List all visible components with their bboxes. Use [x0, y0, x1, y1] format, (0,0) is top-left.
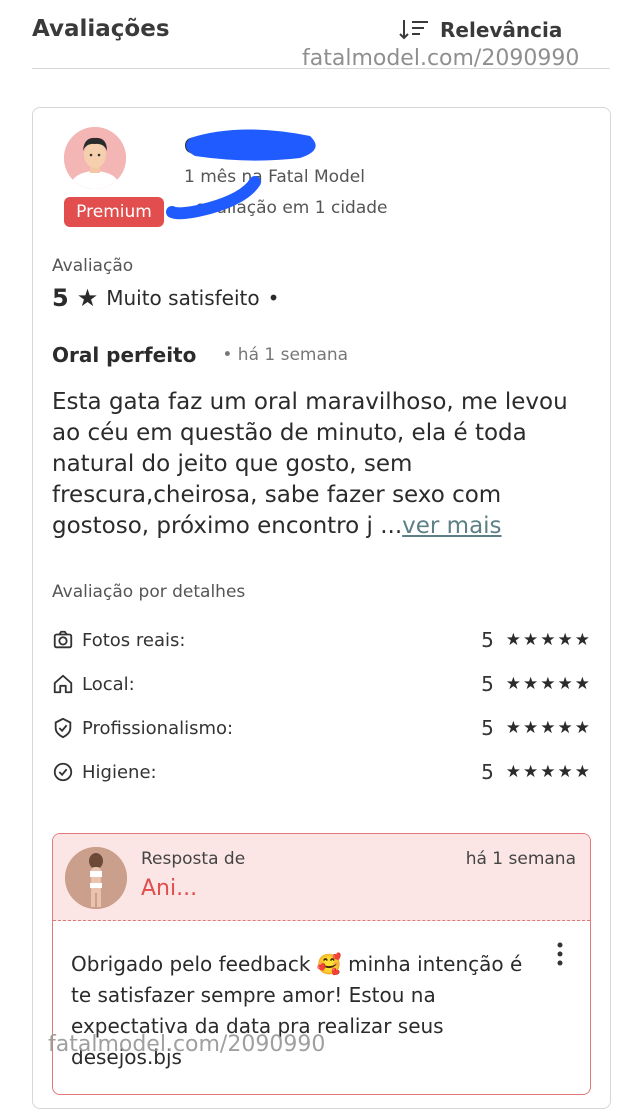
rating-label: Avaliação — [52, 256, 134, 276]
header-divider — [32, 68, 610, 69]
details-label: Avaliação por detalhes — [52, 582, 246, 602]
review-body: Esta gata faz um oral maravilhoso, me le… — [52, 387, 592, 542]
responder-avatar — [65, 847, 127, 909]
detail-stars: ★★★★★ — [505, 630, 592, 650]
review-time: • há 1 semana — [222, 345, 349, 365]
detail-score: 5 — [481, 760, 494, 784]
rating-summary: 5 ★ Muito satisfeito • — [52, 284, 279, 312]
camera-icon — [53, 630, 73, 649]
detail-row-fotos: Fotos reais: 5 ★★★★★ — [52, 628, 592, 652]
reviewer-avatar — [64, 127, 126, 189]
see-more-link[interactable]: ver mais — [402, 513, 501, 539]
watermark-bottom: fatalmodel.com/2090990 — [48, 1032, 326, 1057]
star-icon: ★ — [76, 284, 99, 312]
page-title: Avaliações — [32, 16, 170, 42]
sort-button[interactable]: Relevância — [398, 18, 562, 42]
sort-icon — [399, 20, 428, 40]
detail-score: 5 — [481, 628, 494, 652]
reply-header — [53, 834, 590, 921]
more-options-icon[interactable] — [556, 942, 564, 968]
detail-label: Local: — [82, 673, 135, 695]
separator-dot: • — [267, 286, 280, 310]
detail-row-local: Local: 5 ★★★★★ — [52, 672, 592, 696]
check-circle-icon — [53, 762, 73, 782]
review-title: Oral perfeito — [52, 343, 197, 367]
responder-name[interactable]: Ani... — [141, 876, 197, 901]
review-title-row: Oral perfeito • há 1 semana — [52, 343, 348, 367]
detail-score: 5 — [481, 672, 494, 696]
detail-stars: ★★★★★ — [505, 674, 592, 694]
home-icon — [53, 674, 73, 694]
detail-row-profissionalismo: Profissionalismo: 5 ★★★★★ — [52, 716, 592, 740]
rating-score: 5 — [52, 284, 69, 312]
detail-stars: ★★★★★ — [505, 718, 592, 738]
rating-text: Muito satisfeito — [106, 286, 260, 310]
detail-row-higiene: Higiene: 5 ★★★★★ — [52, 760, 592, 784]
premium-badge: Premium — [64, 197, 164, 227]
redaction-scribble — [166, 129, 316, 220]
detail-label: Higiene: — [82, 761, 157, 783]
detail-score: 5 — [481, 716, 494, 740]
reply-label: Resposta de — [141, 849, 246, 869]
detail-label: Profissionalismo: — [82, 717, 234, 739]
shield-check-icon — [54, 717, 72, 739]
sort-label: Relevância — [440, 18, 563, 42]
detail-label: Fotos reais: — [82, 629, 186, 651]
detail-stars: ★★★★★ — [505, 762, 592, 782]
reply-time: há 1 semana — [465, 849, 576, 869]
